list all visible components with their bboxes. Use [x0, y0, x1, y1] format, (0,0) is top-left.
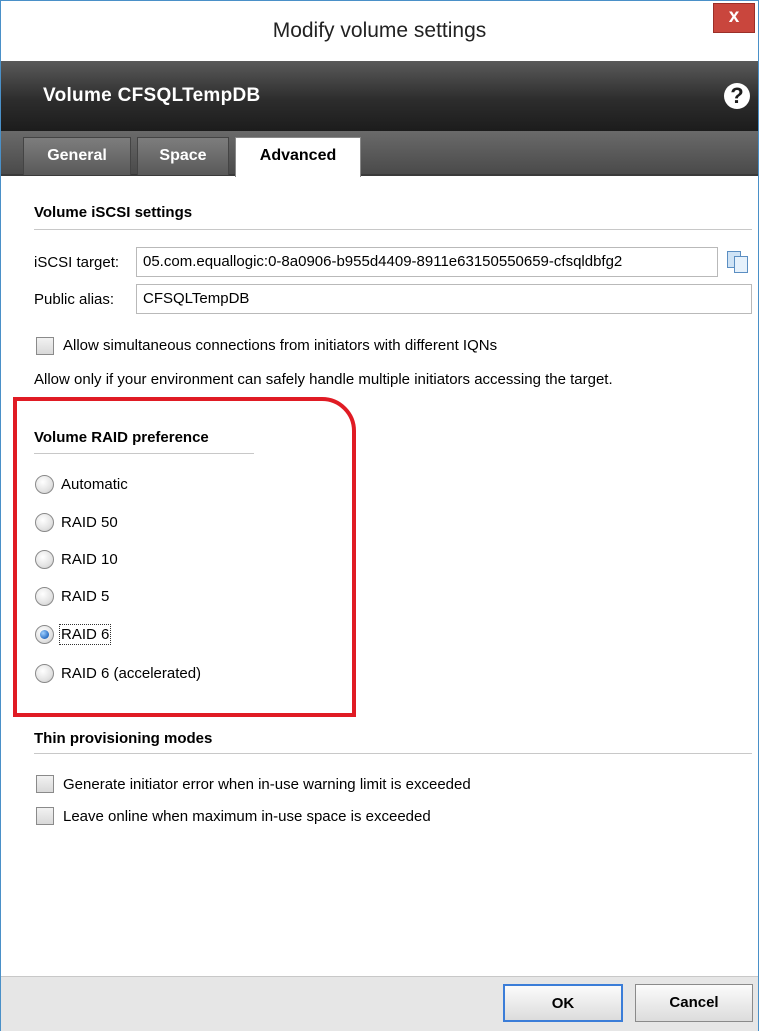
leave-online-label[interactable]: Leave online when maximum in-use space i…	[63, 808, 431, 825]
generate-error-checkbox[interactable]	[36, 775, 54, 793]
leave-online-checkbox[interactable]	[36, 807, 54, 825]
thin-provisioning-heading: Thin provisioning modes	[34, 730, 213, 747]
thin-provisioning-rule	[34, 753, 752, 754]
allow-simultaneous-note: Allow only if your environment can safel…	[34, 371, 613, 388]
title-bar: Modify volume settings x	[1, 1, 758, 61]
copy-icon[interactable]	[725, 249, 751, 275]
iscsi-target-label: iSCSI target:	[34, 254, 120, 271]
volume-title: Volume CFSQLTempDB	[43, 85, 261, 106]
help-icon[interactable]: ?	[724, 83, 750, 109]
window-title: Modify volume settings	[272, 19, 487, 42]
allow-simultaneous-checkbox[interactable]	[36, 337, 54, 355]
tab-bar: General Space Advanced	[1, 131, 758, 177]
ok-button[interactable]: OK	[503, 984, 623, 1022]
modify-volume-dialog: Modify volume settings x Volume CFSQLTem…	[0, 0, 759, 1031]
close-icon: x	[728, 6, 740, 27]
tab-advanced[interactable]: Advanced	[235, 137, 361, 177]
iscsi-settings-heading: Volume iSCSI settings	[34, 204, 193, 221]
tab-general[interactable]: General	[23, 137, 131, 175]
raid-highlight-box	[13, 397, 356, 717]
cancel-button[interactable]: Cancel	[635, 984, 753, 1022]
tab-space[interactable]: Space	[137, 137, 229, 175]
iscsi-settings-rule	[34, 229, 752, 230]
public-alias-label: Public alias:	[34, 291, 115, 308]
volume-header: Volume CFSQLTempDB ?	[1, 61, 758, 131]
close-button[interactable]: x	[713, 3, 755, 33]
dialog-footer: OK Cancel	[1, 976, 758, 1031]
generate-error-label[interactable]: Generate initiator error when in-use war…	[63, 776, 471, 793]
allow-simultaneous-label[interactable]: Allow simultaneous connections from init…	[63, 337, 497, 354]
public-alias-field[interactable]: CFSQLTempDB	[136, 284, 752, 314]
iscsi-target-field[interactable]: 05.com.equallogic:0-8a0906-b955d4409-891…	[136, 247, 718, 277]
